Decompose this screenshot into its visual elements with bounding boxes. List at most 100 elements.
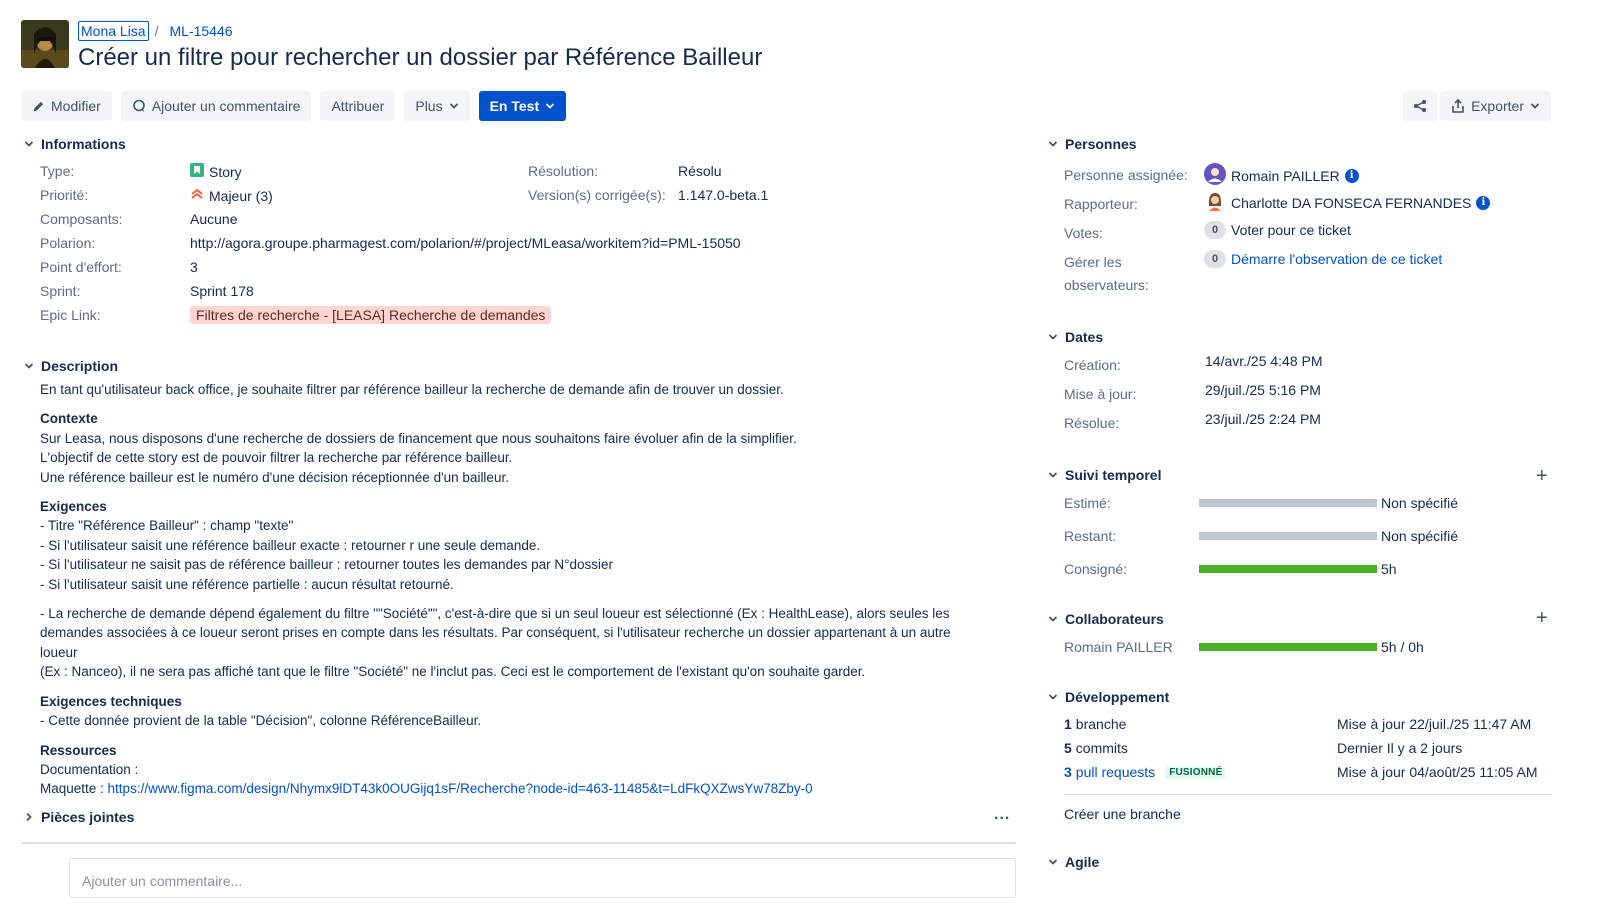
reporter-value[interactable]: Charlotte DA FONSECA FERNANDES i <box>1204 190 1491 215</box>
assignee-value[interactable]: Romain PAILLER i <box>1204 163 1359 188</box>
agile-section-header[interactable]: Agile <box>1045 854 1099 870</box>
export-button[interactable]: Exporter <box>1440 91 1551 121</box>
remaining-label: Restant: <box>1064 528 1117 544</box>
issue-title[interactable]: Créer un filtre pour rechercher un dossi… <box>78 44 762 72</box>
export-icon <box>1451 99 1465 113</box>
remaining-value: Non spécifié <box>1381 528 1459 544</box>
figma-link[interactable]: https://www.figma.com/design/Nhymx9lDT43… <box>108 781 813 796</box>
chevron-down-icon <box>1045 614 1061 624</box>
watchers-value: 0 Démarre l'observation de ce ticket <box>1204 250 1442 268</box>
requirement-line: - Si l'utilisateur ne saisit pas de réfé… <box>40 557 614 573</box>
context-heading: Contexte <box>40 411 98 427</box>
development-divider <box>1064 794 1552 795</box>
chevron-down-icon <box>449 101 459 111</box>
info-icon[interactable]: i <box>1476 195 1491 210</box>
context-line: L'objectif de cette story est de pouvoir… <box>40 450 513 466</box>
chevron-down-icon <box>1045 857 1061 867</box>
requirement-paragraph-line: demandes associées à ce loueur seront pr… <box>40 625 951 660</box>
breadcrumb: Mona Lisa / ML-15446 <box>78 21 233 41</box>
informations-section-header[interactable]: Informations <box>21 136 126 152</box>
breadcrumb-issue-key[interactable]: ML-15446 <box>169 23 232 39</box>
remaining-bar <box>1199 532 1377 540</box>
chevron-down-icon <box>1045 470 1061 480</box>
dates-section-header[interactable]: Dates <box>1045 329 1103 345</box>
vote-link[interactable]: Voter pour ce ticket <box>1231 222 1351 238</box>
collaborators-title: Collaborateurs <box>1065 611 1164 627</box>
watchers-label-line2: observateurs: <box>1064 277 1149 293</box>
watch-link[interactable]: Démarre l'observation de ce ticket <box>1231 251 1442 267</box>
components-label: Composants: <box>40 211 123 227</box>
share-button[interactable] <box>1403 91 1438 121</box>
comment-input[interactable]: Ajouter un commentaire... <box>69 858 1016 898</box>
sprint-label: Sprint: <box>40 283 81 299</box>
description-body[interactable]: En tant qu'utilisateur back office, je s… <box>40 380 990 799</box>
tech-requirements-heading: Exigences techniques <box>40 693 182 709</box>
agile-title: Agile <box>1065 854 1100 870</box>
pull-requests-link[interactable]: 3 pull requests <box>1064 764 1155 780</box>
branch-meta: Mise à jour 22/juil./25 11:47 AM <box>1337 716 1532 732</box>
requirements-heading: Exigences <box>40 499 107 515</box>
context-line: Sur Leasa, nous disposons d'une recherch… <box>40 430 797 446</box>
chevron-down-icon <box>1045 692 1061 702</box>
info-icon[interactable]: i <box>1344 168 1359 183</box>
status-button[interactable]: En Test <box>478 91 567 121</box>
watchers-label-line1: Gérer les <box>1064 254 1122 270</box>
add-collaborator-icon[interactable]: + <box>1536 607 1548 630</box>
resolution-value: Résolu <box>678 163 722 179</box>
fix-version-link[interactable]: 1.147.0-beta.1 <box>678 187 768 203</box>
time-tracking-section-header[interactable]: Suivi temporel <box>1045 467 1161 483</box>
requirement-paragraph-line: - La recherche de demande dépend égaleme… <box>40 606 950 622</box>
tech-requirement-line: - Cette donnée provient de la table "Déc… <box>40 713 482 729</box>
chevron-down-icon <box>1045 139 1061 149</box>
commits-link[interactable]: 5 commits <box>1064 740 1128 756</box>
estimated-bar <box>1199 499 1377 507</box>
story-icon <box>190 163 204 180</box>
assign-button-label: Attribuer <box>331 98 385 114</box>
assignee-label: Personne assignée: <box>1064 167 1188 183</box>
people-section-header[interactable]: Personnes <box>1045 136 1137 152</box>
votes-count-badge: 0 <box>1204 221 1226 239</box>
votes-value: 0 Voter pour ce ticket <box>1204 221 1351 239</box>
toolbar-right: Exporter <box>1403 91 1551 121</box>
sprint-value: Sprint 178 <box>190 283 254 299</box>
created-label: Création: <box>1064 357 1121 373</box>
requirement-line: - Titre "Référence Bailleur" : champ "te… <box>40 518 294 534</box>
share-icon <box>1413 99 1427 113</box>
avatar <box>1204 190 1226 215</box>
pull-requests-row: 3 pull requests FUSIONNÉ <box>1064 764 1227 780</box>
comment-icon <box>132 99 146 113</box>
attachments-more-button[interactable]: ... <box>994 806 1010 824</box>
collaborators-section-header[interactable]: Collaborateurs <box>1045 611 1164 627</box>
edit-button[interactable]: Modifier <box>21 91 112 121</box>
description-title: Description <box>41 358 119 374</box>
branch-link[interactable]: 1 branche <box>1064 716 1126 732</box>
attachments-section-header[interactable]: Pièces jointes <box>21 809 134 825</box>
more-button[interactable]: Plus <box>404 91 470 121</box>
development-section-header[interactable]: Développement <box>1045 689 1169 705</box>
estimated-value: Non spécifié <box>1381 495 1459 511</box>
polarion-label: Polarion: <box>40 235 96 251</box>
epic-link-lozenge[interactable]: Filtres de recherche - [LEASA] Recherche… <box>190 306 552 324</box>
description-section-header[interactable]: Description <box>21 358 118 374</box>
more-button-label: Plus <box>415 98 443 114</box>
votes-label: Votes: <box>1064 225 1103 241</box>
epic-value: Filtres de recherche - [LEASA] Recherche… <box>190 306 552 324</box>
breadcrumb-project-link[interactable]: Mona Lisa <box>78 21 149 41</box>
description-intro: En tant qu'utilisateur back office, je s… <box>40 382 784 397</box>
chevron-down-icon <box>545 101 555 111</box>
resources-heading: Ressources <box>40 742 117 758</box>
avatar <box>1204 163 1226 188</box>
pencil-icon <box>32 100 45 113</box>
create-branch-link[interactable]: Créer une branche <box>1064 806 1181 822</box>
add-time-icon[interactable]: + <box>1536 465 1548 488</box>
pull-requests-meta: Mise à jour 04/août/25 11:05 AM <box>1337 764 1538 780</box>
requirement-paragraph-line: (Ex : Nanceo), il ne sera pas affiché ta… <box>40 664 866 680</box>
add-comment-button[interactable]: Ajouter un commentaire <box>120 91 312 121</box>
collaborator-bar <box>1199 643 1377 651</box>
polarion-link[interactable]: http://agora.groupe.pharmagest.com/polar… <box>190 235 741 251</box>
project-avatar[interactable] <box>21 20 69 68</box>
assign-button[interactable]: Attribuer <box>320 91 396 121</box>
resources-maquette: Maquette : https://www.figma.com/design/… <box>40 781 813 797</box>
fix-version-label: Version(s) corrigée(s): <box>528 187 666 203</box>
